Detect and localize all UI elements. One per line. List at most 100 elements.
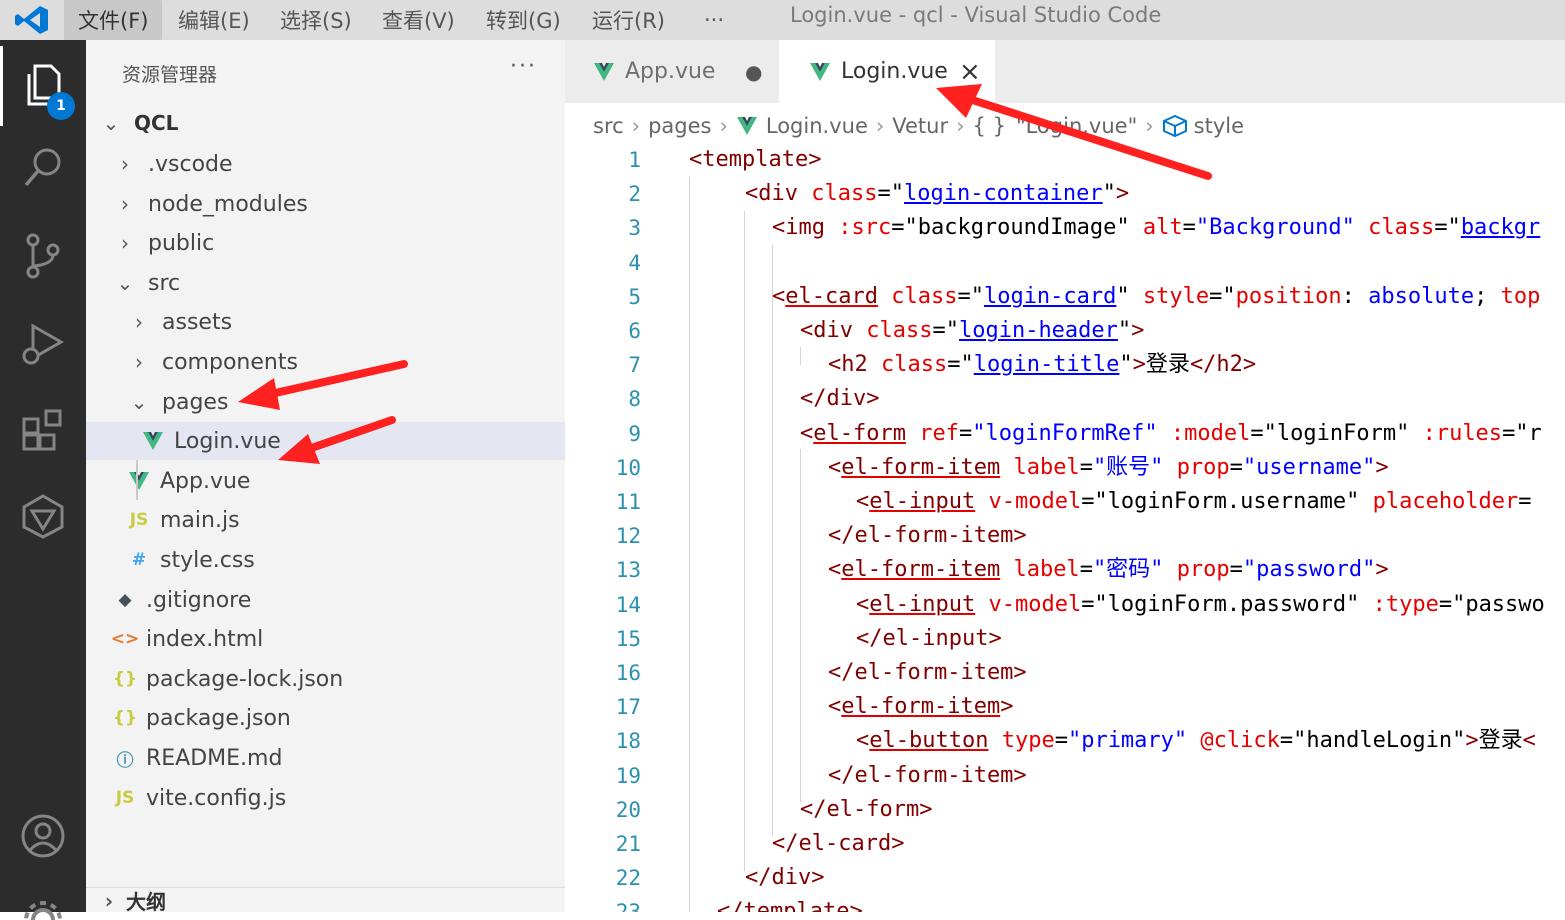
- tab-login-vue[interactable]: Login.vue ×: [779, 40, 995, 103]
- code-line[interactable]: 20 </el-form>: [565, 793, 1565, 827]
- code-line[interactable]: 17 <el-form-item>: [565, 690, 1565, 724]
- tree-item-components[interactable]: › components: [86, 343, 565, 381]
- vue-file-icon: [129, 472, 149, 490]
- line-number: 13: [615, 558, 641, 583]
- breadcrumb-file[interactable]: Login.vue: [766, 114, 868, 138]
- vite-button[interactable]: [0, 476, 86, 556]
- workspace-root[interactable]: ⌄ QCL: [86, 104, 565, 142]
- code-token: <: [1522, 728, 1536, 754]
- info-file-icon: ⓘ: [116, 750, 134, 771]
- menu-file[interactable]: 文件(F): [64, 0, 163, 40]
- code-line[interactable]: 2 <div class="login-container">: [565, 177, 1565, 211]
- tree-item-src[interactable]: ⌄ src: [86, 264, 565, 302]
- code-token: 登录: [1145, 352, 1190, 378]
- menu-run[interactable]: 运行(R): [578, 0, 679, 40]
- tree-item-login-vue[interactable]: Login.vue: [86, 422, 565, 460]
- tree-item-readme-md[interactable]: ⓘ README.md: [86, 739, 565, 777]
- code-line[interactable]: 4: [565, 246, 1565, 280]
- code-token: >: [1465, 728, 1479, 754]
- code-line[interactable]: 9 <el-form ref="loginFormRef" :model="log…: [565, 417, 1565, 451]
- code-token: <div: [800, 318, 867, 343]
- code-line[interactable]: 10 <el-form-item label="账号" prop="usernam…: [565, 451, 1565, 485]
- code-line[interactable]: 13 <el-form-item label="密码" prop="passwor…: [565, 553, 1565, 587]
- code-line[interactable]: 5 <el-card class="login-card" style="posi…: [565, 280, 1565, 314]
- menu-view[interactable]: 查看(V): [368, 0, 469, 40]
- code-token: ="loginForm": [1250, 420, 1423, 446]
- code-token: <img: [772, 215, 839, 241]
- settings-button[interactable]: [0, 880, 86, 920]
- tree-item-app-vue[interactable]: App.vue: [86, 462, 565, 500]
- code-token: prop: [1176, 454, 1230, 480]
- tree-item-package-lock-json[interactable]: {} package-lock.json: [86, 660, 565, 698]
- outline-section[interactable]: › 大纲: [86, 887, 565, 914]
- tree-item-assets[interactable]: › assets: [86, 303, 565, 341]
- menu-selection[interactable]: 选择(S): [266, 0, 366, 40]
- menu-go[interactable]: 转到(G): [472, 0, 575, 40]
- tree-item-vite-config-js[interactable]: JS vite.config.js: [86, 779, 565, 817]
- tree-item-style-css[interactable]: # style.css: [86, 541, 565, 579]
- run-debug-button[interactable]: [0, 304, 86, 384]
- code-line[interactable]: 21 </el-card>: [565, 827, 1565, 861]
- code-line[interactable]: 22 </div>: [565, 861, 1565, 895]
- line-number: 8: [628, 387, 641, 412]
- code-text: </template>: [717, 895, 863, 912]
- code-line[interactable]: 7 <h2 class="login-title">登录</h2>: [565, 348, 1565, 382]
- extensions-button[interactable]: [0, 390, 86, 470]
- code-token: <h2: [828, 352, 881, 378]
- line-number: 21: [615, 832, 641, 856]
- code-token: v-model: [988, 489, 1082, 514]
- tree-item-main-js[interactable]: JS main.js: [86, 501, 565, 539]
- code-line[interactable]: 3 <img :src="backgroundImage" alt="Backgr…: [565, 211, 1565, 245]
- tab-app-vue[interactable]: App.vue ●: [565, 40, 779, 103]
- tree-item-label: package.json: [146, 705, 291, 731]
- breadcrumb-style[interactable]: style: [1194, 114, 1244, 138]
- code-line[interactable]: 11 <el-input v-model="loginForm.username"…: [565, 485, 1565, 519]
- code-line[interactable]: 23 </template>: [565, 895, 1565, 912]
- search-button[interactable]: [0, 128, 86, 208]
- tree-item-public[interactable]: › public: [86, 224, 565, 262]
- code-line[interactable]: 1 <template>: [565, 143, 1565, 177]
- code-token: =: [1054, 728, 1068, 754]
- account-button[interactable]: [0, 796, 86, 876]
- breadcrumb-src[interactable]: src: [593, 114, 624, 138]
- code-line[interactable]: 12 </el-form-item>: [565, 519, 1565, 553]
- code-token: ="r: [1502, 420, 1542, 446]
- code-line[interactable]: 6 <div class="login-header">: [565, 314, 1565, 348]
- breadcrumb-vetur[interactable]: Vetur: [892, 114, 948, 138]
- modified-dot-icon[interactable]: ●: [745, 60, 762, 84]
- close-icon[interactable]: ×: [959, 57, 981, 87]
- code-token: <: [856, 489, 870, 514]
- explorer-button[interactable]: 1: [0, 46, 86, 126]
- tree-item-vscode[interactable]: › .vscode: [86, 145, 565, 183]
- tree-item-label: Login.vue: [174, 428, 281, 454]
- code-token: :model: [1170, 420, 1251, 446]
- breadcrumb-module[interactable]: "Login.vue": [1016, 114, 1137, 138]
- menu-edit[interactable]: 编辑(E): [164, 0, 264, 40]
- editor-tabs: App.vue ● Login.vue ×: [565, 40, 1565, 103]
- code-token: :src: [838, 215, 892, 241]
- breadcrumb-pages[interactable]: pages: [648, 114, 711, 138]
- code-line[interactable]: 18 <el-button type="primary" @click="hand…: [565, 724, 1565, 758]
- code-line[interactable]: 15 </el-input>: [565, 622, 1565, 656]
- tree-item-pages[interactable]: ⌄ pages: [86, 383, 565, 421]
- code-line[interactable]: 14 <el-input v-model="loginForm.password"…: [565, 588, 1565, 622]
- code-token: prop: [1176, 557, 1230, 583]
- code-token: el-card: [785, 283, 878, 309]
- activity-bar: 1: [0, 40, 86, 920]
- code-token: <: [856, 728, 870, 754]
- code-line[interactable]: 19 </el-form-item>: [565, 759, 1565, 793]
- source-control-button[interactable]: [0, 216, 86, 296]
- explorer-more-button[interactable]: ···: [510, 54, 537, 79]
- menu-more[interactable]: ···: [690, 0, 738, 40]
- code-editor[interactable]: 1 <template> 2 <div class="login-container"…: [565, 143, 1565, 912]
- tree-item-index-html[interactable]: <> index.html: [86, 620, 565, 658]
- code-token: </div>: [800, 386, 880, 412]
- tree-item-package-json[interactable]: {} package.json: [86, 699, 565, 737]
- line-number: 11: [615, 490, 641, 514]
- code-line[interactable]: 8 </div>: [565, 382, 1565, 416]
- code-token: ": [1116, 283, 1143, 309]
- tree-item-gitignore[interactable]: ◆ .gitignore: [86, 581, 565, 619]
- code-line[interactable]: 16 </el-form-item>: [565, 656, 1565, 690]
- tree-item-node-modules[interactable]: › node_modules: [86, 185, 565, 223]
